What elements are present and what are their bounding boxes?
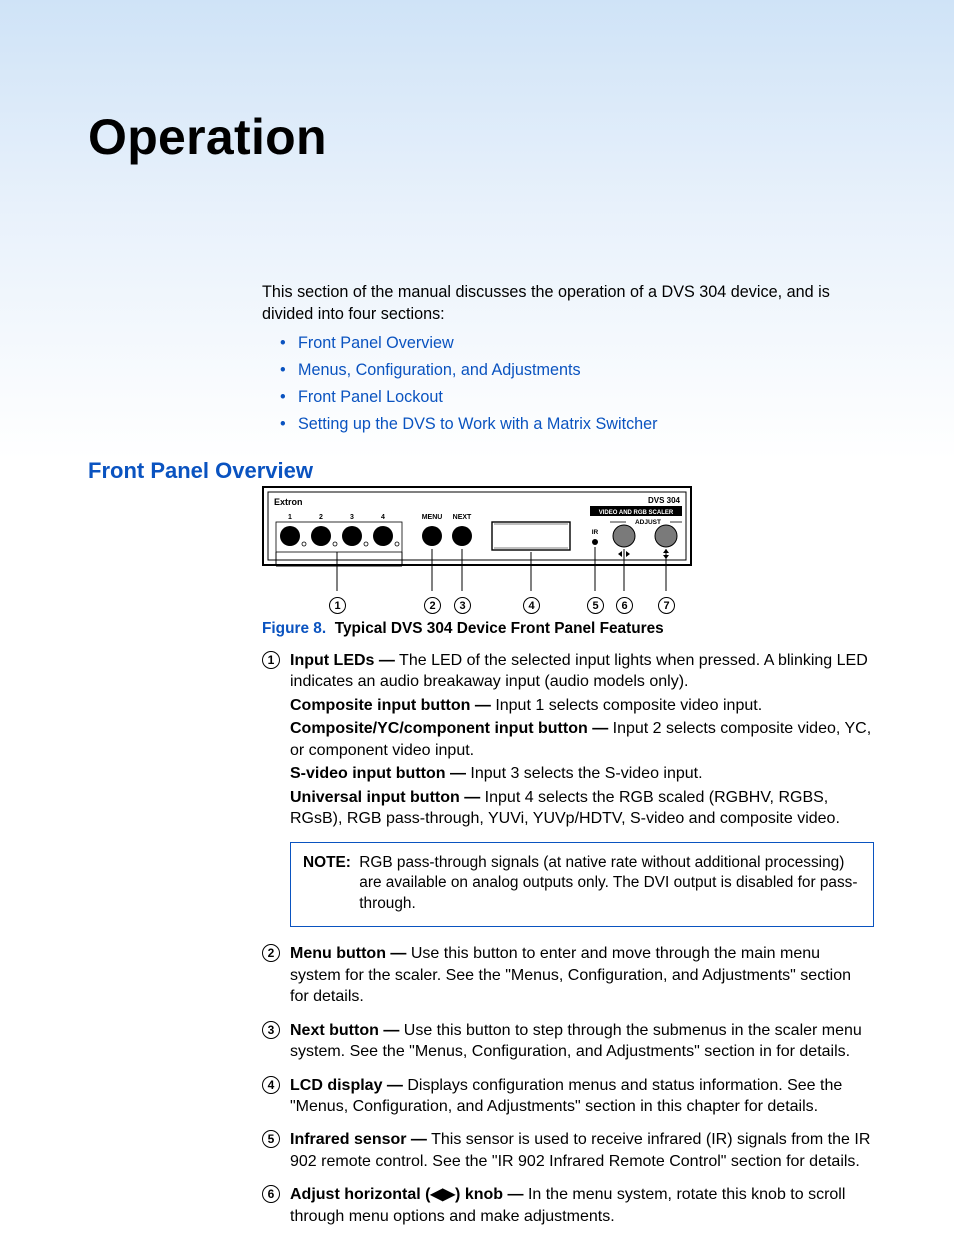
callout-5: 5 — [587, 597, 604, 614]
model-label: DVS 304 — [648, 496, 681, 505]
item-next-button: 3 Next button — Use this button to step … — [262, 1020, 874, 1063]
svg-text:3: 3 — [350, 514, 354, 521]
menu-button-graphic — [422, 526, 442, 546]
link-matrix-switcher[interactable]: Setting up the DVS to Work with a Matrix… — [280, 415, 870, 434]
adjust-h-knob-graphic — [613, 525, 635, 547]
svg-text:1: 1 — [288, 514, 292, 521]
item-lcd-display: 4 LCD display — Displays configuration m… — [262, 1075, 874, 1118]
subtitle-label: VIDEO AND RGB SCALER — [599, 510, 674, 516]
feature-list: 1 Input LEDs — The LED of the selected i… — [262, 650, 874, 1235]
svg-text:4: 4 — [381, 514, 385, 521]
note-label: NOTE: — [303, 853, 355, 874]
item-menu-button: 2 Menu button — Use this button to enter… — [262, 943, 874, 1007]
adjust-v-knob-graphic — [655, 525, 677, 547]
note-box: NOTE: RGB pass-through signals (at nativ… — [290, 842, 874, 928]
callout-7: 7 — [658, 597, 675, 614]
svg-text:IR: IR — [592, 529, 599, 536]
ir-sensor-graphic — [592, 539, 598, 545]
item-adjust-horizontal-knob: 6 Adjust horizontal (◀▶) knob — In the m… — [262, 1184, 874, 1227]
item-input-leds: 1 Input LEDs — The LED of the selected i… — [262, 650, 874, 830]
next-button-graphic — [452, 526, 472, 546]
svg-text:ADJUST: ADJUST — [635, 519, 661, 526]
callout-3: 3 — [454, 597, 471, 614]
figure-front-panel: Extron DVS 304 VIDEO AND RGB SCALER 1 2 … — [262, 486, 692, 594]
item-number-4: 4 — [262, 1076, 280, 1094]
link-menus-config-adjust[interactable]: Menus, Configuration, and Adjustments — [280, 361, 870, 380]
item-number-5: 5 — [262, 1130, 280, 1148]
item-number-3: 3 — [262, 1021, 280, 1039]
section-links: Front Panel Overview Menus, Configuratio… — [280, 326, 870, 434]
callout-numbers: 1 2 3 4 5 6 7 — [262, 597, 692, 617]
note-text: RGB pass-through signals (at native rate… — [359, 853, 859, 915]
item-number-6: 6 — [262, 1185, 280, 1203]
item-infrared-sensor: 5 Infrared sensor — This sensor is used … — [262, 1129, 874, 1172]
item-number-2: 2 — [262, 944, 280, 962]
callout-1: 1 — [329, 597, 346, 614]
front-panel-diagram: Extron DVS 304 VIDEO AND RGB SCALER 1 2 … — [262, 486, 692, 594]
brand-label: Extron — [274, 497, 303, 507]
callout-4: 4 — [523, 597, 540, 614]
lcd-display-graphic — [492, 522, 570, 550]
page-title: Operation — [88, 108, 327, 166]
intro-paragraph: This section of the manual discusses the… — [262, 282, 872, 326]
figure-caption: Figure 8. Typical DVS 304 Device Front P… — [262, 620, 664, 638]
svg-text:NEXT: NEXT — [453, 514, 472, 521]
svg-text:MENU: MENU — [422, 514, 443, 521]
svg-text:2: 2 — [319, 514, 323, 521]
callout-2: 2 — [424, 597, 441, 614]
link-front-panel-lockout[interactable]: Front Panel Lockout — [280, 388, 870, 407]
link-front-panel-overview[interactable]: Front Panel Overview — [280, 334, 870, 353]
item-number-1: 1 — [262, 651, 280, 669]
section-heading: Front Panel Overview — [88, 458, 313, 484]
callout-6: 6 — [616, 597, 633, 614]
